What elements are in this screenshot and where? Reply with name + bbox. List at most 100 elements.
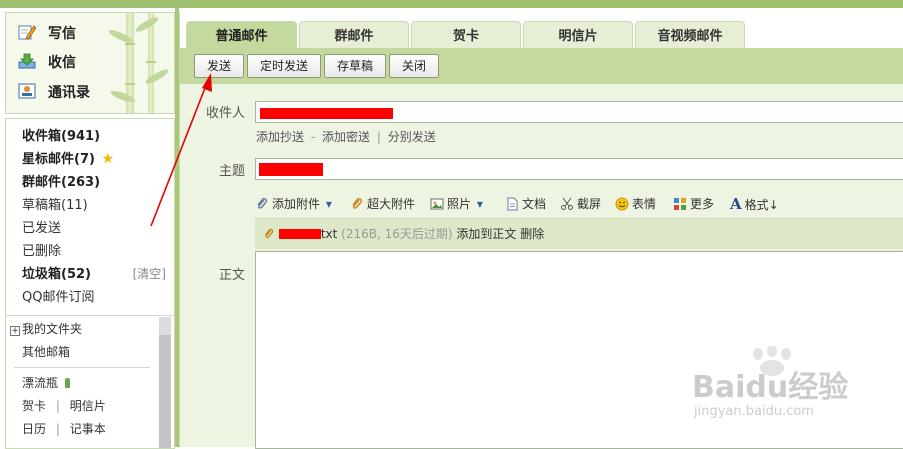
calendar-link[interactable]: 日历	[22, 422, 46, 436]
contacts-label: 通讯录	[48, 85, 90, 101]
send-separately-link[interactable]: 分别发送	[388, 130, 436, 144]
tab-greeting-card[interactable]: 贺卡	[411, 21, 521, 49]
expand-plus-icon: +	[10, 326, 20, 336]
emoticon-button[interactable]: 表情	[615, 194, 656, 214]
folder-drafts[interactable]: 草稿箱(11)	[22, 194, 88, 217]
recipient-options: 添加抄送 - 添加密送 | 分别发送	[256, 128, 436, 146]
add-attachment-label: 添加附件	[272, 197, 321, 211]
redacted-subject	[259, 163, 323, 176]
folder-divider	[6, 315, 174, 316]
smiley-icon	[615, 197, 629, 211]
folder-starred[interactable]: 星标邮件(7) ★	[22, 148, 114, 171]
add-cc-link[interactable]: 添加抄送	[256, 130, 304, 144]
tab-normal-mail[interactable]: 普通邮件	[186, 21, 297, 49]
save-draft-button[interactable]: 存草稿	[324, 54, 386, 78]
sidebar-scrollbar-thumb[interactable]	[159, 335, 171, 448]
card-postcard-row: 贺卡 | 明信片	[22, 395, 106, 417]
receive-mail-label: 收信	[48, 55, 76, 71]
add-bcc-link[interactable]: 添加密送	[322, 130, 370, 144]
my-folders-toggle[interactable]: + 我的文件夹	[10, 318, 82, 340]
folder-starred-label: 星标邮件(7)	[22, 152, 95, 167]
large-attachment-label: 超大附件	[367, 197, 416, 211]
big-paperclip-icon	[352, 197, 363, 209]
other-mailbox-link[interactable]: 其他邮箱	[22, 341, 70, 363]
delete-attachment-link[interactable]: 删除	[520, 227, 544, 241]
write-mail-button[interactable]: 写信	[18, 21, 76, 47]
folder-qq-subscription[interactable]: QQ邮件订阅	[22, 286, 94, 309]
greeting-card-link[interactable]: 贺卡	[22, 399, 46, 413]
option-separator: -	[310, 130, 316, 144]
photo-button[interactable]: 照片 ▾	[430, 194, 483, 214]
baidu-watermark: Baidu经验 jingyan.baidu.com	[692, 346, 892, 426]
top-bar	[0, 0, 903, 8]
more-button[interactable]: 更多	[673, 194, 714, 214]
subject-input[interactable]	[255, 158, 903, 180]
body-label: 正文	[218, 268, 245, 283]
drift-bottle-link[interactable]: 漂流瓶	[22, 372, 70, 394]
scissors-icon	[561, 197, 573, 210]
contacts-button[interactable]: 通讯录	[18, 80, 90, 106]
bottle-icon	[64, 378, 70, 388]
option-separator: |	[376, 130, 381, 144]
star-icon: ★	[101, 151, 115, 167]
tab-av-mail[interactable]: 音视频邮件	[635, 21, 745, 49]
folder-group-mail[interactable]: 群邮件(263)	[22, 171, 100, 194]
add-attachment-button[interactable]: 添加附件 ▾	[255, 194, 332, 214]
inbox-download-icon	[18, 53, 36, 69]
bamboo-decoration	[104, 13, 174, 113]
send-button[interactable]: 发送	[194, 54, 244, 78]
tab-group-mail[interactable]: 群邮件	[299, 21, 409, 49]
folder-spam[interactable]: 垃圾箱(52)	[22, 263, 91, 286]
attachment-meta: (216B, 16天后过期)	[341, 227, 453, 241]
link-separator: |	[55, 422, 60, 436]
compose-toolbar: 发送 定时发送 存草稿 关闭	[180, 48, 903, 84]
large-attachment-button[interactable]: 超大附件	[350, 194, 415, 214]
link-separator: |	[55, 399, 60, 413]
format-label: 格式	[744, 198, 769, 212]
pencil-paper-icon	[18, 25, 36, 40]
text-format-icon: A	[730, 195, 742, 213]
sidebar-folders: 收件箱(941) 星标邮件(7) ★ 群邮件(263) 草稿箱(11) 已发送 …	[5, 118, 175, 449]
folder-inbox[interactable]: 收件箱(941)	[22, 125, 100, 148]
redacted-recipient	[260, 108, 393, 119]
empty-spam-link[interactable]: [清空]	[133, 263, 166, 286]
calendar-notes-row: 日历 | 记事本	[22, 418, 106, 440]
add-attachment-dropdown[interactable]: ▾	[326, 197, 332, 211]
folder-deleted[interactable]: 已删除	[22, 240, 61, 263]
recipient-label: 收件人	[205, 106, 245, 121]
document-icon	[507, 197, 518, 211]
receive-mail-button[interactable]: 收信	[18, 50, 76, 76]
grid-icon	[674, 198, 686, 210]
notepad-link[interactable]: 记事本	[70, 422, 106, 436]
format-arrow: ↓	[768, 198, 779, 212]
drift-bottle-label: 漂流瓶	[22, 376, 59, 390]
contacts-card-icon	[18, 83, 36, 99]
scheduled-send-button[interactable]: 定时发送	[247, 54, 321, 78]
close-button[interactable]: 关闭	[389, 54, 439, 78]
attachment-ext: txt	[320, 227, 338, 241]
document-button[interactable]: 文档	[505, 194, 546, 214]
editor-toolbar: 添加附件 ▾ 超大附件 照片 ▾ 文档 截屏 表情 更多 A 格式↓	[255, 192, 903, 216]
tab-postcard[interactable]: 明信片	[523, 21, 633, 49]
more-label: 更多	[690, 197, 715, 211]
screenshot-label: 截屏	[577, 197, 602, 211]
postcard-link[interactable]: 明信片	[70, 399, 106, 413]
apps-divider	[14, 367, 150, 368]
emoticon-label: 表情	[632, 197, 657, 211]
format-button[interactable]: A 格式↓	[730, 194, 779, 214]
attachment-paperclip-icon	[265, 228, 274, 239]
mail-compose-window: 写信 收信 通讯录 收件箱(941) 星标邮件(7) ★ 群邮件(263) 草稿…	[0, 0, 903, 449]
add-to-body-link[interactable]: 添加到正文	[456, 227, 516, 241]
paperclip-icon	[257, 198, 267, 209]
mail-type-tabs: 普通邮件 群邮件 贺卡 明信片 音视频邮件	[180, 12, 903, 49]
photo-icon	[430, 198, 444, 210]
recipient-input[interactable]	[255, 101, 903, 123]
document-label: 文档	[522, 197, 547, 211]
folder-sent[interactable]: 已发送	[22, 217, 61, 240]
photo-dropdown[interactable]: ▾	[477, 197, 483, 211]
redacted-attachment-name	[278, 229, 321, 239]
sidebar-scrollbar[interactable]	[159, 317, 171, 448]
subject-label: 主题	[218, 164, 245, 179]
screenshot-button[interactable]: 截屏	[560, 194, 601, 214]
watermark-brand: Baidu经验	[692, 370, 849, 405]
